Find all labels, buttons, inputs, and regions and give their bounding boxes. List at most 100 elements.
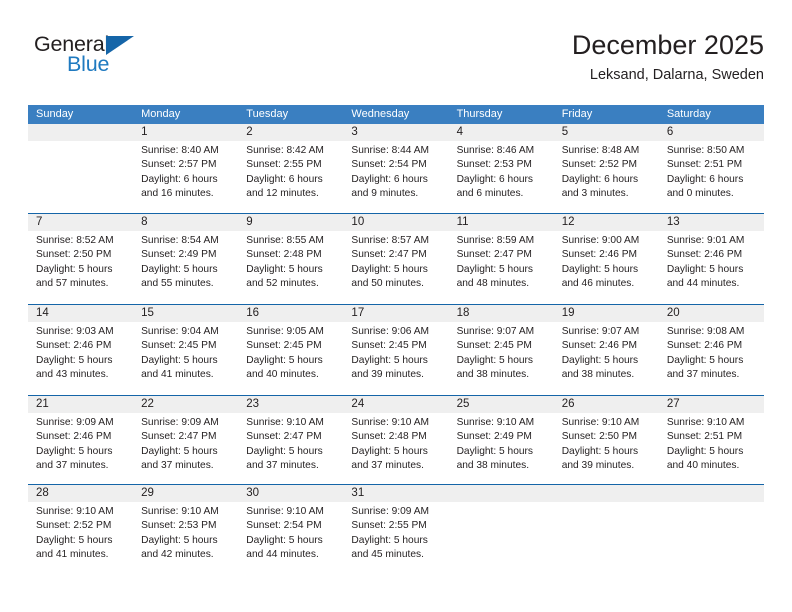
day-cell-empty <box>28 124 134 213</box>
sunset-text: Sunset: 2:52 PM <box>36 520 112 532</box>
day-number: 27 <box>666 398 680 410</box>
day-number: 9 <box>246 216 253 228</box>
day-sun-info: Sunrise: 9:10 AM Sunset: 2:47 PM Daylight:… <box>238 413 343 482</box>
day-number: 21 <box>36 398 49 410</box>
sunset-text: Sunset: 2:49 PM <box>456 431 532 443</box>
day-sun-info: Sunrise: 9:10 AM Sunset: 2:52 PM Daylight:… <box>28 502 133 571</box>
day-cell[interactable]: 4 Sunrise: 8:46 AM Sunset: 2:53 PM Daylight… <box>448 124 554 213</box>
day-number-band: 11 <box>448 214 554 231</box>
day-cell[interactable]: 10 Sunrise: 8:57 AM Sunset: 2:47 PM Dayligh… <box>343 214 449 304</box>
day-cell[interactable]: 7 Sunrise: 8:52 AM Sunset: 2:50 PM Daylight… <box>28 214 134 304</box>
day-number-band: 2 <box>238 124 344 141</box>
daylight-text-line2: and 46 minutes. <box>561 278 635 290</box>
day-cell[interactable]: 2 Sunrise: 8:42 AM Sunset: 2:55 PM Daylight… <box>238 124 344 213</box>
day-cell[interactable]: 15 Sunrise: 9:04 AM Sunset: 2:45 PM Dayligh… <box>133 305 239 395</box>
daylight-text-line1: Daylight: 5 hours <box>36 534 113 546</box>
day-cell[interactable]: 26 Sunrise: 9:10 AM Sunset: 2:50 PM Dayligh… <box>553 396 659 484</box>
day-cell[interactable]: 11 Sunrise: 8:59 AM Sunset: 2:47 PM Dayligh… <box>448 214 554 304</box>
day-number-band: 8 <box>133 214 239 231</box>
day-cell[interactable]: 12 Sunrise: 9:00 AM Sunset: 2:46 PM Dayligh… <box>553 214 659 304</box>
day-cell[interactable]: 8 Sunrise: 8:54 AM Sunset: 2:49 PM Daylight… <box>133 214 239 304</box>
daylight-text-line2: and 40 minutes. <box>666 460 740 472</box>
daylight-text-line1: Daylight: 6 hours <box>246 173 323 185</box>
page-header: General Blue December 2025 Leksand, Dala… <box>28 28 764 98</box>
day-number: 5 <box>561 126 569 138</box>
day-number: 3 <box>351 126 358 138</box>
day-sun-info: Sunrise: 9:10 AM Sunset: 2:53 PM Daylight:… <box>133 502 238 571</box>
day-cell-empty <box>658 485 764 571</box>
sunrise-text: Sunrise: 9:10 AM <box>141 506 219 517</box>
day-cell[interactable]: 19 Sunrise: 9:07 AM Sunset: 2:46 PM Dayligh… <box>553 305 659 395</box>
day-number-band: 3 <box>343 124 449 141</box>
day-cell[interactable]: 29 Sunrise: 9:10 AM Sunset: 2:53 PM Dayligh… <box>133 485 239 571</box>
day-sun-info: Sunrise: 9:09 AM Sunset: 2:46 PM Daylight:… <box>28 413 133 482</box>
day-cell[interactable]: 20 Sunrise: 9:08 AM Sunset: 2:46 PM Dayligh… <box>658 305 764 395</box>
day-cell[interactable]: 6 Sunrise: 8:50 AM Sunset: 2:51 PM Daylight… <box>658 124 764 213</box>
sunrise-text: Sunrise: 9:06 AM <box>351 326 430 337</box>
day-number-band: 20 <box>658 305 764 322</box>
day-cell[interactable]: 1 Sunrise: 8:40 AM Sunset: 2:57 PM Daylight… <box>133 124 239 213</box>
day-number: 11 <box>456 216 469 228</box>
sunrise-text: Sunrise: 9:01 AM <box>666 235 745 246</box>
day-cell[interactable]: 21 Sunrise: 9:09 AM Sunset: 2:46 PM Dayligh… <box>28 396 134 484</box>
day-number-band: 24 <box>343 396 449 413</box>
daylight-text-line2: and 55 minutes. <box>141 278 214 290</box>
sunrise-text: Sunrise: 9:10 AM <box>456 417 535 428</box>
day-number: 4 <box>456 126 463 138</box>
daylight-text-line1: Daylight: 6 hours <box>561 173 639 185</box>
sunrise-text: Sunrise: 8:57 AM <box>351 235 430 246</box>
daylight-text-line2: and 37 minutes. <box>141 460 214 472</box>
daylight-text-line2: and 37 minutes. <box>666 369 740 381</box>
daylight-text-line1: Daylight: 5 hours <box>456 263 534 275</box>
day-sun-info: Sunrise: 8:59 AM Sunset: 2:47 PM Daylight:… <box>449 231 554 300</box>
sunrise-text: Sunrise: 9:04 AM <box>141 326 219 337</box>
day-cell[interactable]: 27 Sunrise: 9:10 AM Sunset: 2:51 PM Dayligh… <box>658 396 764 484</box>
daylight-text-line1: Daylight: 6 hours <box>666 173 744 185</box>
day-cell[interactable]: 22 Sunrise: 9:09 AM Sunset: 2:47 PM Dayligh… <box>133 396 239 484</box>
day-sun-info: Sunrise: 9:10 AM Sunset: 2:54 PM Daylight:… <box>238 502 343 571</box>
sunset-text: Sunset: 2:54 PM <box>351 159 427 171</box>
day-cell[interactable]: 5 Sunrise: 8:48 AM Sunset: 2:52 PM Daylight… <box>553 124 659 213</box>
day-number-band: 30 <box>238 485 344 502</box>
day-number-band: 29 <box>133 485 239 502</box>
calendar-week-row: 7 Sunrise: 8:52 AM Sunset: 2:50 PM Daylight… <box>28 213 764 304</box>
sunset-text: Sunset: 2:53 PM <box>456 159 532 171</box>
sunrise-text: Sunrise: 8:59 AM <box>456 235 535 246</box>
daylight-text-line2: and 37 minutes. <box>351 460 424 472</box>
daylight-text-line1: Daylight: 5 hours <box>246 354 323 366</box>
day-cell[interactable]: 17 Sunrise: 9:06 AM Sunset: 2:45 PM Dayligh… <box>343 305 449 395</box>
day-sun-info: Sunrise: 8:57 AM Sunset: 2:47 PM Daylight:… <box>343 231 448 300</box>
day-cell[interactable]: 9 Sunrise: 8:55 AM Sunset: 2:48 PM Daylight… <box>238 214 344 304</box>
daylight-text-line2: and 38 minutes. <box>561 369 635 381</box>
day-cell[interactable]: 18 Sunrise: 9:07 AM Sunset: 2:45 PM Dayligh… <box>448 305 554 395</box>
sunset-text: Sunset: 2:55 PM <box>351 520 427 532</box>
day-number-band: 17 <box>343 305 449 322</box>
day-cell[interactable]: 24 Sunrise: 9:10 AM Sunset: 2:48 PM Dayligh… <box>343 396 449 484</box>
calendar-grid: Sunday Monday Tuesday Wednesday Thursday Frid… <box>28 105 764 571</box>
day-number-band: 4 <box>448 124 554 141</box>
day-sun-info: Sunrise: 9:10 AM Sunset: 2:48 PM Daylight:… <box>343 413 448 482</box>
general-blue-logo[interactable]: General Blue <box>34 32 184 90</box>
day-number-band: 1 <box>133 124 239 141</box>
day-cell[interactable]: 14 Sunrise: 9:03 AM Sunset: 2:46 PM Dayligh… <box>28 305 134 395</box>
day-cell[interactable]: 3 Sunrise: 8:44 AM Sunset: 2:54 PM Daylight… <box>343 124 449 213</box>
day-sun-info: Sunrise: 8:40 AM Sunset: 2:57 PM Daylight:… <box>133 141 238 210</box>
day-cell[interactable]: 13 Sunrise: 9:01 AM Sunset: 2:46 PM Dayligh… <box>658 214 764 304</box>
day-cell[interactable]: 16 Sunrise: 9:05 AM Sunset: 2:45 PM Dayligh… <box>238 305 344 395</box>
day-number: 19 <box>561 307 575 319</box>
day-sun-info: Sunrise: 8:52 AM Sunset: 2:50 PM Daylight:… <box>28 231 133 300</box>
page-subtitle: Leksand, Dalarna, Sweden <box>589 67 764 83</box>
daylight-text-line2: and 41 minutes. <box>36 549 109 561</box>
daylight-text-line2: and 52 minutes. <box>246 278 319 290</box>
day-cell[interactable]: 28 Sunrise: 9:10 AM Sunset: 2:52 PM Dayligh… <box>28 485 134 571</box>
day-number: 6 <box>666 126 674 138</box>
day-cell[interactable]: 31 Sunrise: 9:09 AM Sunset: 2:55 PM Dayligh… <box>343 485 449 571</box>
day-cell[interactable]: 25 Sunrise: 9:10 AM Sunset: 2:49 PM Dayligh… <box>448 396 554 484</box>
day-number: 25 <box>456 398 470 410</box>
day-number-band <box>553 485 659 502</box>
day-cell[interactable]: 23 Sunrise: 9:10 AM Sunset: 2:47 PM Dayligh… <box>238 396 344 484</box>
calendar-page: General Blue December 2025 Leksand, Dala… <box>0 0 792 612</box>
weekday-header-row: Sunday Monday Tuesday Wednesday Thursday Frid… <box>28 105 764 124</box>
day-cell[interactable]: 30 Sunrise: 9:10 AM Sunset: 2:54 PM Dayligh… <box>238 485 344 571</box>
sunset-text: Sunset: 2:46 PM <box>666 340 743 352</box>
